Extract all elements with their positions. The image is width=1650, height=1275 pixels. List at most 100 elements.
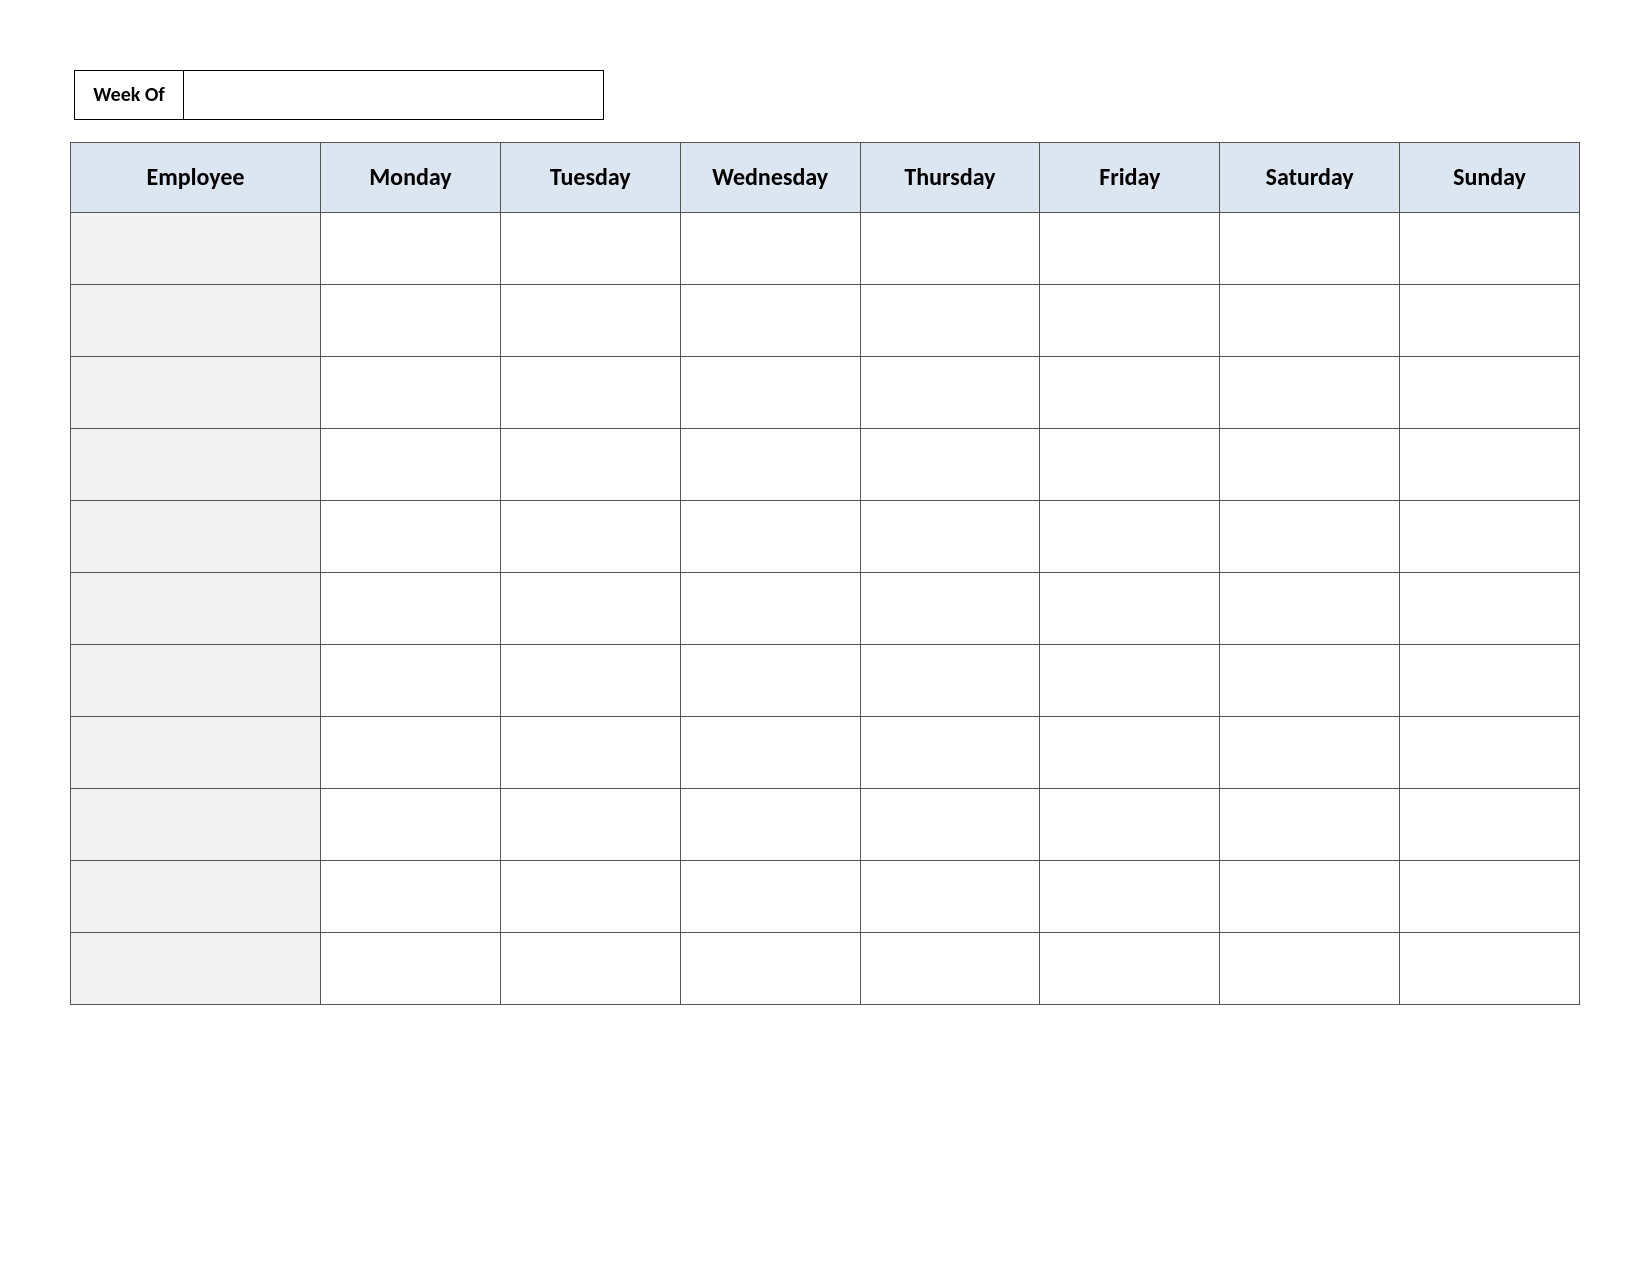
day-cell[interactable] bbox=[860, 501, 1040, 573]
day-cell[interactable] bbox=[860, 573, 1040, 645]
table-row bbox=[71, 213, 1580, 285]
day-cell[interactable] bbox=[680, 213, 860, 285]
day-cell[interactable] bbox=[1220, 213, 1400, 285]
day-cell[interactable] bbox=[860, 861, 1040, 933]
day-cell[interactable] bbox=[500, 645, 680, 717]
table-row bbox=[71, 285, 1580, 357]
day-cell[interactable] bbox=[321, 429, 501, 501]
day-cell[interactable] bbox=[321, 357, 501, 429]
day-cell[interactable] bbox=[500, 933, 680, 1005]
employee-cell[interactable] bbox=[71, 933, 321, 1005]
employee-cell[interactable] bbox=[71, 501, 321, 573]
day-cell[interactable] bbox=[1040, 861, 1220, 933]
day-cell[interactable] bbox=[1040, 213, 1220, 285]
day-cell[interactable] bbox=[321, 285, 501, 357]
day-cell[interactable] bbox=[680, 501, 860, 573]
day-cell[interactable] bbox=[321, 717, 501, 789]
day-cell[interactable] bbox=[321, 933, 501, 1005]
day-cell[interactable] bbox=[500, 861, 680, 933]
employee-cell[interactable] bbox=[71, 429, 321, 501]
day-cell[interactable] bbox=[321, 213, 501, 285]
day-cell[interactable] bbox=[860, 429, 1040, 501]
table-row bbox=[71, 357, 1580, 429]
day-cell[interactable] bbox=[1400, 573, 1580, 645]
employee-cell[interactable] bbox=[71, 573, 321, 645]
employee-cell[interactable] bbox=[71, 861, 321, 933]
day-cell[interactable] bbox=[680, 357, 860, 429]
day-cell[interactable] bbox=[860, 357, 1040, 429]
day-cell[interactable] bbox=[1400, 429, 1580, 501]
day-cell[interactable] bbox=[1040, 429, 1220, 501]
day-cell[interactable] bbox=[1220, 933, 1400, 1005]
table-row bbox=[71, 429, 1580, 501]
day-cell[interactable] bbox=[500, 501, 680, 573]
day-cell[interactable] bbox=[321, 789, 501, 861]
day-cell[interactable] bbox=[1040, 717, 1220, 789]
day-cell[interactable] bbox=[500, 429, 680, 501]
day-cell[interactable] bbox=[860, 789, 1040, 861]
day-cell[interactable] bbox=[321, 645, 501, 717]
day-cell[interactable] bbox=[1220, 789, 1400, 861]
day-cell[interactable] bbox=[860, 213, 1040, 285]
day-cell[interactable] bbox=[680, 861, 860, 933]
day-cell[interactable] bbox=[321, 501, 501, 573]
day-cell[interactable] bbox=[1220, 861, 1400, 933]
day-cell[interactable] bbox=[321, 861, 501, 933]
day-cell[interactable] bbox=[500, 717, 680, 789]
header-thursday: Thursday bbox=[860, 143, 1040, 213]
day-cell[interactable] bbox=[680, 573, 860, 645]
day-cell[interactable] bbox=[1220, 285, 1400, 357]
day-cell[interactable] bbox=[860, 285, 1040, 357]
day-cell[interactable] bbox=[1220, 501, 1400, 573]
day-cell[interactable] bbox=[1400, 357, 1580, 429]
day-cell[interactable] bbox=[680, 933, 860, 1005]
day-cell[interactable] bbox=[680, 285, 860, 357]
day-cell[interactable] bbox=[860, 645, 1040, 717]
day-cell[interactable] bbox=[1400, 213, 1580, 285]
day-cell[interactable] bbox=[500, 357, 680, 429]
day-cell[interactable] bbox=[1220, 429, 1400, 501]
day-cell[interactable] bbox=[1400, 789, 1580, 861]
day-cell[interactable] bbox=[1220, 357, 1400, 429]
day-cell[interactable] bbox=[680, 717, 860, 789]
day-cell[interactable] bbox=[1040, 357, 1220, 429]
week-of-input[interactable] bbox=[184, 70, 604, 120]
day-cell[interactable] bbox=[1040, 933, 1220, 1005]
employee-cell[interactable] bbox=[71, 357, 321, 429]
day-cell[interactable] bbox=[680, 645, 860, 717]
day-cell[interactable] bbox=[860, 717, 1040, 789]
table-row bbox=[71, 861, 1580, 933]
employee-cell[interactable] bbox=[71, 285, 321, 357]
day-cell[interactable] bbox=[1400, 861, 1580, 933]
day-cell[interactable] bbox=[500, 213, 680, 285]
day-cell[interactable] bbox=[1040, 285, 1220, 357]
employee-cell[interactable] bbox=[71, 645, 321, 717]
day-cell[interactable] bbox=[1400, 645, 1580, 717]
table-row bbox=[71, 717, 1580, 789]
day-cell[interactable] bbox=[1220, 645, 1400, 717]
day-cell[interactable] bbox=[321, 573, 501, 645]
day-cell[interactable] bbox=[1400, 285, 1580, 357]
day-cell[interactable] bbox=[680, 429, 860, 501]
employee-cell[interactable] bbox=[71, 789, 321, 861]
day-cell[interactable] bbox=[500, 285, 680, 357]
table-row bbox=[71, 789, 1580, 861]
day-cell[interactable] bbox=[1220, 717, 1400, 789]
day-cell[interactable] bbox=[1040, 789, 1220, 861]
employee-cell[interactable] bbox=[71, 717, 321, 789]
day-cell[interactable] bbox=[1400, 933, 1580, 1005]
day-cell[interactable] bbox=[860, 933, 1040, 1005]
day-cell[interactable] bbox=[1040, 645, 1220, 717]
day-cell[interactable] bbox=[1400, 717, 1580, 789]
header-wednesday: Wednesday bbox=[680, 143, 860, 213]
day-cell[interactable] bbox=[680, 789, 860, 861]
day-cell[interactable] bbox=[500, 789, 680, 861]
day-cell[interactable] bbox=[1040, 573, 1220, 645]
employee-cell[interactable] bbox=[71, 213, 321, 285]
day-cell[interactable] bbox=[500, 573, 680, 645]
day-cell[interactable] bbox=[1040, 501, 1220, 573]
day-cell[interactable] bbox=[1400, 501, 1580, 573]
day-cell[interactable] bbox=[1220, 573, 1400, 645]
table-row bbox=[71, 501, 1580, 573]
schedule-body bbox=[71, 213, 1580, 1005]
